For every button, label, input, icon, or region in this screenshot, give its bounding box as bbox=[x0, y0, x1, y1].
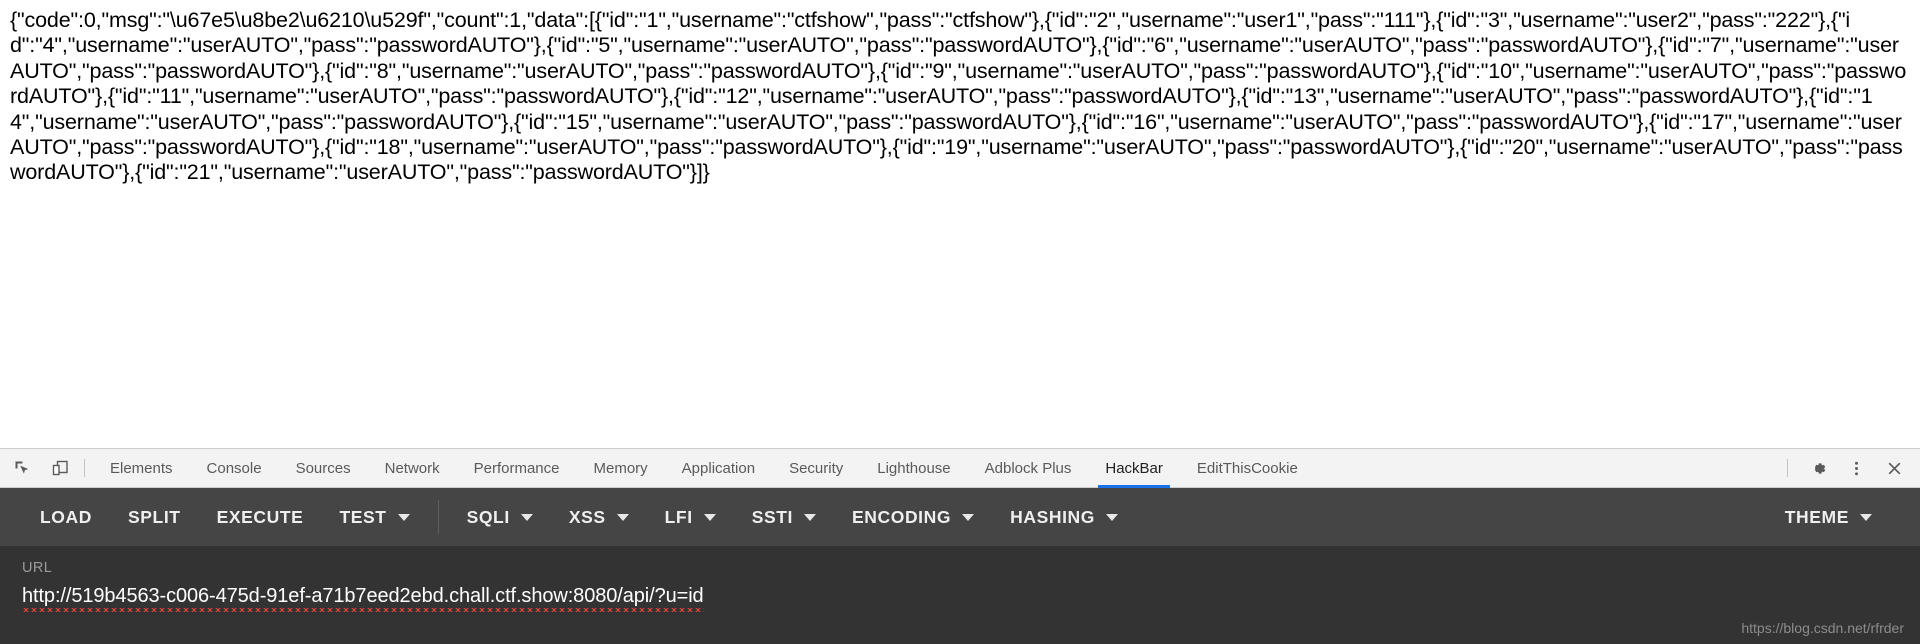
tab-lighthouse[interactable]: Lighthouse bbox=[860, 449, 967, 488]
devtools-tabbar-actions bbox=[1779, 452, 1920, 484]
json-response-pane: {"code":0,"msg":"\u67e5\u8be2\u6210\u529… bbox=[0, 0, 1920, 448]
hackbar-sqli-button[interactable]: SQLI bbox=[449, 488, 551, 546]
hackbar-split-button[interactable]: SPLIT bbox=[110, 488, 199, 546]
tab-adblock-plus[interactable]: Adblock Plus bbox=[968, 449, 1089, 488]
hackbar-load-label: LOAD bbox=[40, 506, 92, 527]
hackbar-encoding-button[interactable]: ENCODING bbox=[834, 488, 992, 546]
chevron-down-icon bbox=[520, 513, 533, 521]
chevron-down-icon bbox=[803, 513, 816, 521]
chevron-down-icon bbox=[1860, 513, 1872, 521]
devtools-tabbar: Elements Console Sources Network Perform… bbox=[0, 448, 1920, 488]
hackbar-load-button[interactable]: LOAD bbox=[22, 488, 110, 546]
tab-performance[interactable]: Performance bbox=[457, 449, 577, 488]
tab-console[interactable]: Console bbox=[190, 449, 279, 488]
tab-hackbar[interactable]: HackBar bbox=[1088, 449, 1180, 488]
hackbar-ssti-button[interactable]: SSTI bbox=[734, 488, 834, 546]
hackbar-execute-label: EXECUTE bbox=[216, 506, 304, 527]
hackbar-theme-button[interactable]: THEME bbox=[1767, 488, 1890, 546]
chevron-down-icon bbox=[1106, 513, 1119, 521]
hackbar-xss-label: XSS bbox=[568, 506, 606, 527]
hackbar-url-area: URL http://519b4563-c006-475d-91ef-a71b7… bbox=[0, 546, 1920, 644]
close-icon[interactable] bbox=[1878, 452, 1910, 484]
hackbar-divider bbox=[437, 500, 439, 534]
url-field-label: URL bbox=[22, 560, 53, 576]
tab-sources[interactable]: Sources bbox=[279, 449, 368, 488]
watermark-text: https://blog.csdn.net/rfrder bbox=[1741, 620, 1904, 636]
chevron-down-icon bbox=[703, 513, 716, 521]
chevron-down-icon bbox=[397, 513, 410, 521]
hackbar-theme-label: THEME bbox=[1784, 506, 1849, 527]
toolbar-divider bbox=[84, 459, 85, 477]
tab-memory[interactable]: Memory bbox=[577, 449, 665, 488]
hackbar-encoding-label: ENCODING bbox=[851, 506, 952, 527]
actions-divider bbox=[1787, 459, 1788, 477]
device-toolbar-icon[interactable] bbox=[44, 452, 76, 484]
tab-network[interactable]: Network bbox=[368, 449, 457, 488]
hackbar-lfi-label: LFI bbox=[664, 506, 693, 527]
hackbar-lfi-button[interactable]: LFI bbox=[647, 488, 734, 546]
tab-application[interactable]: Application bbox=[665, 449, 772, 488]
tab-editthiscookie[interactable]: EditThisCookie bbox=[1180, 449, 1315, 488]
gear-icon[interactable] bbox=[1802, 452, 1834, 484]
hackbar-hashing-button[interactable]: HASHING bbox=[992, 488, 1136, 546]
url-input[interactable]: http://519b4563-c006-475d-91ef-a71b7eed2… bbox=[22, 585, 704, 612]
hackbar-execute-button[interactable]: EXECUTE bbox=[199, 488, 322, 546]
tab-security[interactable]: Security bbox=[772, 449, 860, 488]
hackbar-ssti-label: SSTI bbox=[751, 506, 793, 527]
hackbar-xss-button[interactable]: XSS bbox=[551, 488, 647, 546]
hackbar-toolbar: LOAD SPLIT EXECUTE TEST SQLI XSS LFI SST… bbox=[0, 488, 1920, 546]
chevron-down-icon bbox=[962, 513, 975, 521]
hackbar-test-button[interactable]: TEST bbox=[321, 488, 427, 546]
devtools-panel: Elements Console Sources Network Perform… bbox=[0, 448, 1920, 644]
tab-elements[interactable]: Elements bbox=[93, 449, 190, 488]
hackbar-hashing-label: HASHING bbox=[1010, 506, 1096, 527]
hackbar-toolbar-right: THEME bbox=[1767, 488, 1920, 546]
inspect-element-icon[interactable] bbox=[6, 452, 38, 484]
json-response-text: {"code":0,"msg":"\u67e5\u8be2\u6210\u529… bbox=[10, 8, 1907, 185]
hackbar-test-label: TEST bbox=[339, 506, 387, 527]
kebab-menu-icon[interactable] bbox=[1840, 452, 1872, 484]
hackbar-sqli-label: SQLI bbox=[466, 506, 510, 527]
chevron-down-icon bbox=[616, 513, 629, 521]
hackbar-split-label: SPLIT bbox=[127, 506, 181, 527]
